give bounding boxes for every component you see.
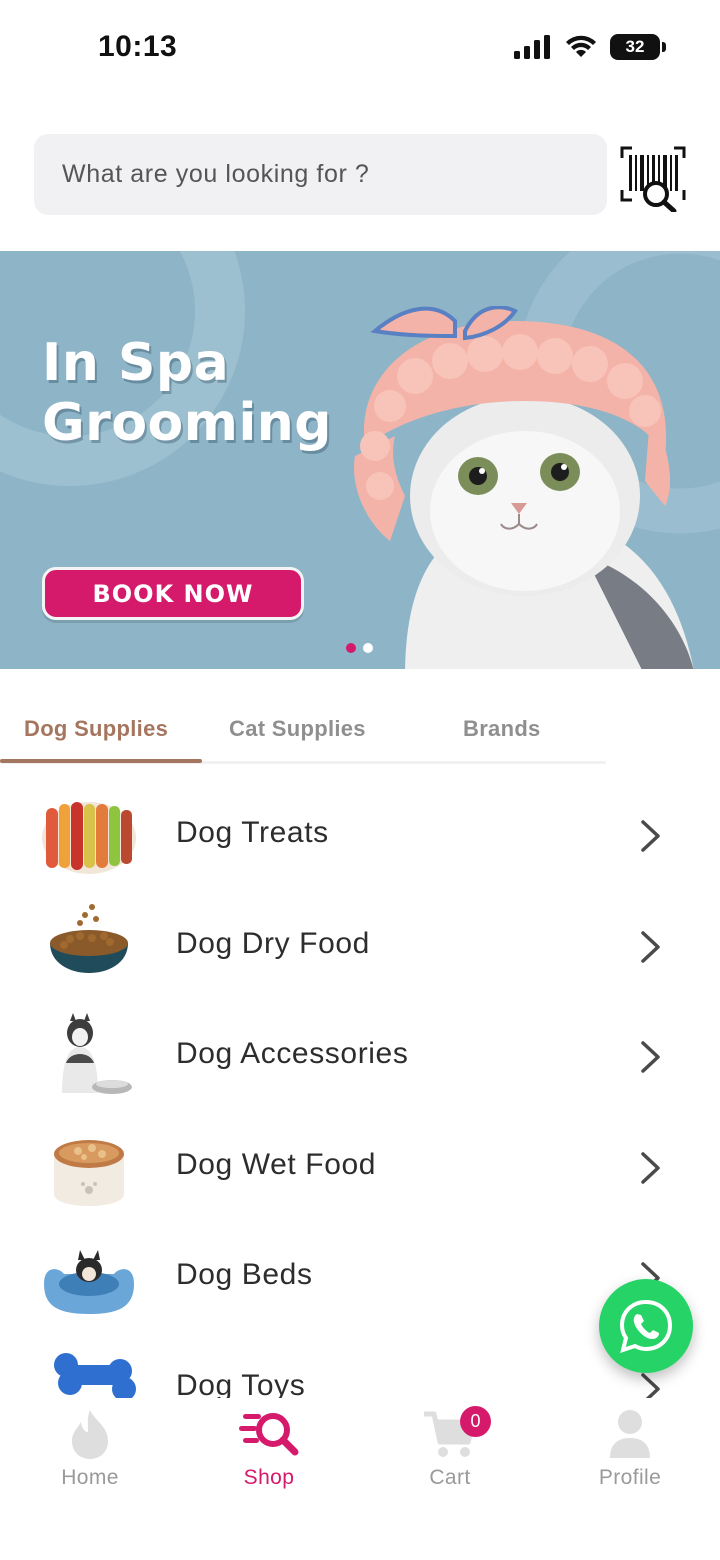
dog-treats-thumb [42,802,136,874]
item-label: Dog Beds [176,1258,313,1291]
search-input[interactable]: What are you looking for ? [34,134,607,215]
dog-beds-thumb [44,1250,134,1314]
list-item-dog-dry-food[interactable]: Dog Dry Food [0,891,720,1002]
tab-brands[interactable]: Brands [463,716,541,742]
chevron-right-icon [641,820,660,852]
status-icons: 32 [514,34,666,60]
cart-count-badge: 0 [460,1406,491,1437]
nav-cart[interactable]: Cart [380,1408,520,1498]
cat-in-towel-image [354,306,694,669]
dog-accessories-thumb [62,1013,132,1094]
tab-cat-supplies[interactable]: Cat Supplies [229,716,366,742]
tab-dog-supplies[interactable]: Dog Supplies [24,716,168,742]
category-tabs: Dog Supplies Cat Supplies Brands [0,700,606,764]
book-now-button[interactable]: BOOK NOW [42,567,304,620]
list-item-dog-treats[interactable]: Dog Treats [0,780,720,891]
user-icon [610,1410,650,1458]
nav-shop[interactable]: Shop [199,1408,339,1498]
shop-search-icon [239,1413,299,1456]
carousel-dot[interactable] [363,643,373,653]
nav-label: Shop [243,1466,295,1489]
nav-home[interactable]: Home [20,1408,160,1498]
bottom-nav: Home Shop Cart 0 Profile [0,1398,720,1560]
carousel-dot-active[interactable] [346,643,356,653]
signal-icon [514,35,550,59]
list-item-dog-accessories[interactable]: Dog Accessories [0,1001,720,1112]
tab-active-indicator [0,759,202,763]
dog-dry-food-thumb [50,903,128,973]
whatsapp-icon [619,1299,673,1354]
flame-icon [72,1410,108,1459]
search-placeholder: What are you looking for ? [62,160,370,188]
carousel-dots [346,643,373,653]
whatsapp-chat-button[interactable] [599,1279,693,1373]
wifi-icon [566,35,596,57]
banner-title-line1: In Spa [42,333,230,393]
dog-wet-food-thumb [54,1139,124,1206]
item-label: Dog Accessories [176,1037,409,1070]
status-bar: 10:13 32 [0,0,720,96]
chevron-right-icon [641,1041,660,1073]
chevron-right-icon [641,1151,660,1184]
promo-banner[interactable]: In Spa Grooming BOOK NOW [0,251,720,669]
chevron-right-icon [641,930,660,963]
list-item-dog-wet-food[interactable]: Dog Wet Food [0,1112,720,1223]
item-label: Dog Dry Food [176,926,370,960]
status-time: 10:13 [98,30,178,63]
search-row: What are you looking for ? [34,134,686,216]
nav-label: Profile [598,1466,662,1489]
banner-title-line2: Grooming [42,393,333,453]
item-label: Dog Treats [176,816,329,849]
barcode-scan-icon[interactable] [620,146,686,212]
item-label: Dog Wet Food [176,1147,377,1181]
nav-label: Cart [429,1466,471,1489]
battery-level: 32 [625,37,645,56]
banner-title: In Spa Grooming [42,333,332,453]
battery-icon: 32 [610,34,666,60]
nav-label: Home [61,1466,119,1489]
nav-profile[interactable]: Profile [560,1408,700,1498]
